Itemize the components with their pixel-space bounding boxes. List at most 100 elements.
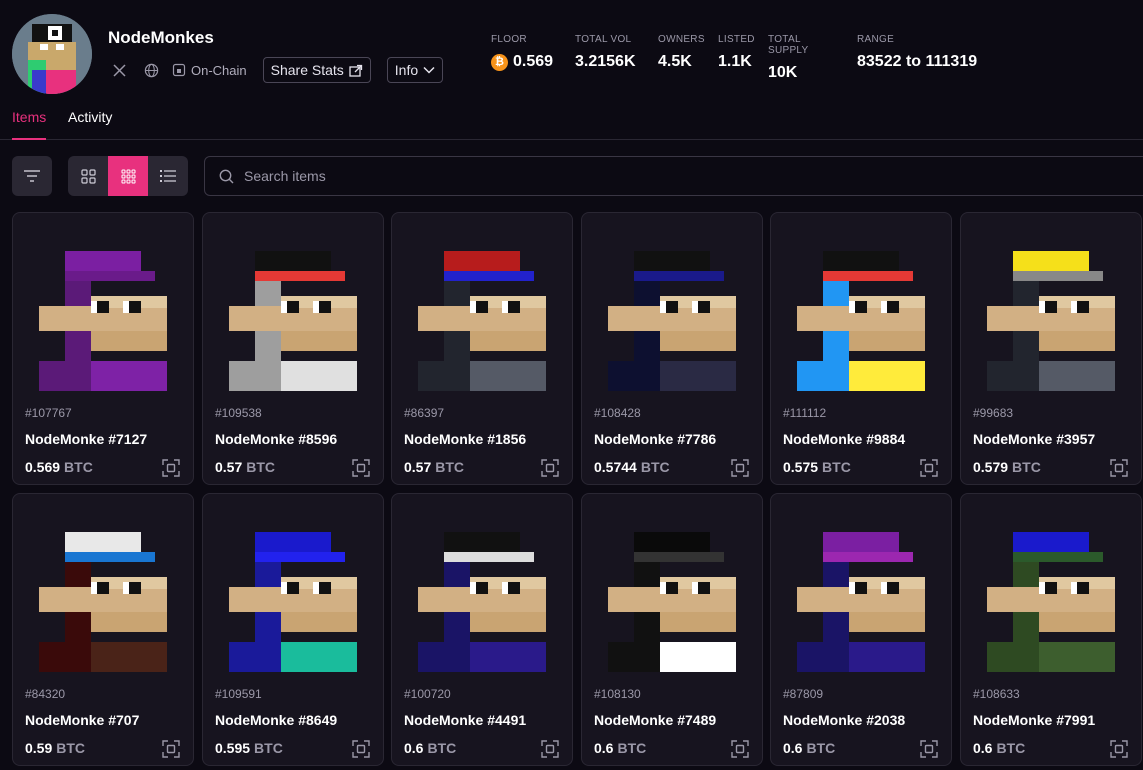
- item-name: NodeMonke #2038: [783, 712, 906, 728]
- quick-view-icon[interactable]: [1109, 739, 1129, 759]
- item-card[interactable]: #111112 NodeMonke #9884 0.575 BTC: [770, 212, 952, 485]
- item-card[interactable]: #84320 NodeMonke #707 0.59 BTC: [12, 493, 194, 766]
- item-price: 0.6 BTC: [404, 740, 457, 756]
- item-price: 0.579 BTC: [973, 459, 1041, 475]
- item-card[interactable]: #100720 NodeMonke #4491 0.6 BTC: [391, 493, 573, 766]
- item-image: [987, 231, 1115, 391]
- filter-button[interactable]: [12, 156, 52, 196]
- quick-view-icon[interactable]: [1109, 458, 1129, 478]
- item-image: [608, 512, 736, 672]
- inscription-number: #99683: [973, 406, 1014, 420]
- item-name: NodeMonke #3957: [973, 431, 1096, 447]
- tab-activity[interactable]: Activity: [68, 109, 112, 140]
- toolbar: [0, 156, 1143, 196]
- quick-view-icon[interactable]: [919, 458, 939, 478]
- item-card[interactable]: #108428 NodeMonke #7786 0.5744 BTC: [581, 212, 763, 485]
- chain-icon: [172, 63, 186, 77]
- inscription-number: #107767: [25, 406, 72, 420]
- search-icon: [219, 169, 234, 183]
- item-image: [39, 512, 167, 672]
- list-view-button[interactable]: [148, 156, 188, 196]
- small-grid-view-button[interactable]: [108, 156, 148, 196]
- quick-view-icon[interactable]: [351, 458, 371, 478]
- chevron-down-icon: [423, 66, 435, 74]
- globe-icon[interactable]: [140, 59, 162, 81]
- grid-small-icon: [121, 169, 135, 183]
- item-name: NodeMonke #8649: [215, 712, 338, 728]
- quick-view-icon[interactable]: [730, 739, 750, 759]
- item-price: 0.569 BTC: [25, 459, 93, 475]
- item-price: 0.5744 BTC: [594, 459, 670, 475]
- stat-total-supply: TOTAL SUPPLY 10K: [768, 34, 809, 81]
- item-image: [229, 231, 357, 391]
- stat-range: RANGE 83522 to 111319: [857, 34, 978, 70]
- item-card[interactable]: #87809 NodeMonke #2038 0.6 BTC: [770, 493, 952, 766]
- tab-bar: Items Activity: [0, 100, 1143, 140]
- filter-icon: [24, 170, 40, 182]
- view-toggle: [68, 156, 188, 196]
- inscription-number: #108428: [594, 406, 641, 420]
- item-card[interactable]: #86397 NodeMonke #1856 0.57 BTC: [391, 212, 573, 485]
- inscription-number: #86397: [404, 406, 445, 420]
- stat-listed: LISTED 1.1K: [718, 34, 755, 70]
- collection-avatar[interactable]: [12, 14, 92, 94]
- stat-floor: FLOOR ₿ 0.569: [491, 34, 554, 71]
- item-name: NodeMonke #4491: [404, 712, 527, 728]
- x-twitter-icon[interactable]: [108, 59, 130, 81]
- share-stats-button[interactable]: Share Stats: [262, 57, 371, 83]
- quick-view-icon[interactable]: [730, 458, 750, 478]
- inscription-number: #87809: [783, 687, 824, 701]
- item-name: NodeMonke #8596: [215, 431, 338, 447]
- item-name: NodeMonke #1856: [404, 431, 527, 447]
- collection-name: NodeMonkes: [108, 28, 214, 47]
- item-price: 0.575 BTC: [783, 459, 851, 475]
- inscription-number: #108130: [594, 687, 641, 701]
- tab-items[interactable]: Items: [12, 109, 47, 140]
- stat-total-vol: TOTAL VOL 3.2156K: [575, 34, 636, 70]
- item-price: 0.6 BTC: [783, 740, 836, 756]
- collection-links: On-Chain Share Stats Info: [108, 57, 459, 83]
- inscription-number: #109538: [215, 406, 262, 420]
- on-chain-badge: On-Chain: [172, 63, 247, 78]
- quick-view-icon[interactable]: [351, 739, 371, 759]
- bitcoin-icon: ₿: [491, 53, 508, 71]
- item-price: 0.6 BTC: [594, 740, 647, 756]
- inscription-number: #84320: [25, 687, 66, 701]
- inscription-number: #109591: [215, 687, 262, 701]
- item-card[interactable]: #108633 NodeMonke #7991 0.6 BTC: [960, 493, 1142, 766]
- item-card[interactable]: #107767 NodeMonke #7127 0.569 BTC: [12, 212, 194, 485]
- item-image: [39, 231, 167, 391]
- item-card[interactable]: #99683 NodeMonke #3957 0.579 BTC: [960, 212, 1142, 485]
- item-name: NodeMonke #7489: [594, 712, 717, 728]
- item-image: [229, 512, 357, 672]
- item-card[interactable]: #109591 NodeMonke #8649 0.595 BTC: [202, 493, 384, 766]
- quick-view-icon[interactable]: [540, 458, 560, 478]
- on-chain-label: On-Chain: [191, 62, 247, 78]
- item-name: NodeMonke #7786: [594, 431, 717, 447]
- item-price: 0.57 BTC: [404, 459, 465, 475]
- info-dropdown[interactable]: Info: [386, 57, 444, 83]
- info-label: Info: [394, 62, 419, 78]
- quick-view-icon[interactable]: [161, 739, 181, 759]
- inscription-number: #111112: [783, 406, 827, 420]
- share-stats-label: Share Stats: [270, 62, 344, 78]
- inscription-number: #100720: [404, 687, 451, 701]
- item-card[interactable]: #108130 NodeMonke #7489 0.6 BTC: [581, 493, 763, 766]
- search-bar: [204, 156, 1143, 196]
- item-name: NodeMonke #707: [25, 712, 140, 728]
- grid-large-icon: [80, 168, 96, 184]
- list-icon: [160, 170, 176, 182]
- item-name: NodeMonke #7127: [25, 431, 148, 447]
- quick-view-icon[interactable]: [540, 739, 560, 759]
- item-image: [797, 512, 925, 672]
- search-input[interactable]: [244, 168, 844, 184]
- item-price: 0.595 BTC: [215, 740, 283, 756]
- large-grid-view-button[interactable]: [68, 156, 108, 196]
- item-price: 0.59 BTC: [25, 740, 86, 756]
- item-image: [797, 231, 925, 391]
- quick-view-icon[interactable]: [919, 739, 939, 759]
- share-icon: [349, 64, 362, 77]
- item-card[interactable]: #109538 NodeMonke #8596 0.57 BTC: [202, 212, 384, 485]
- quick-view-icon[interactable]: [161, 458, 181, 478]
- item-price: 0.6 BTC: [973, 740, 1026, 756]
